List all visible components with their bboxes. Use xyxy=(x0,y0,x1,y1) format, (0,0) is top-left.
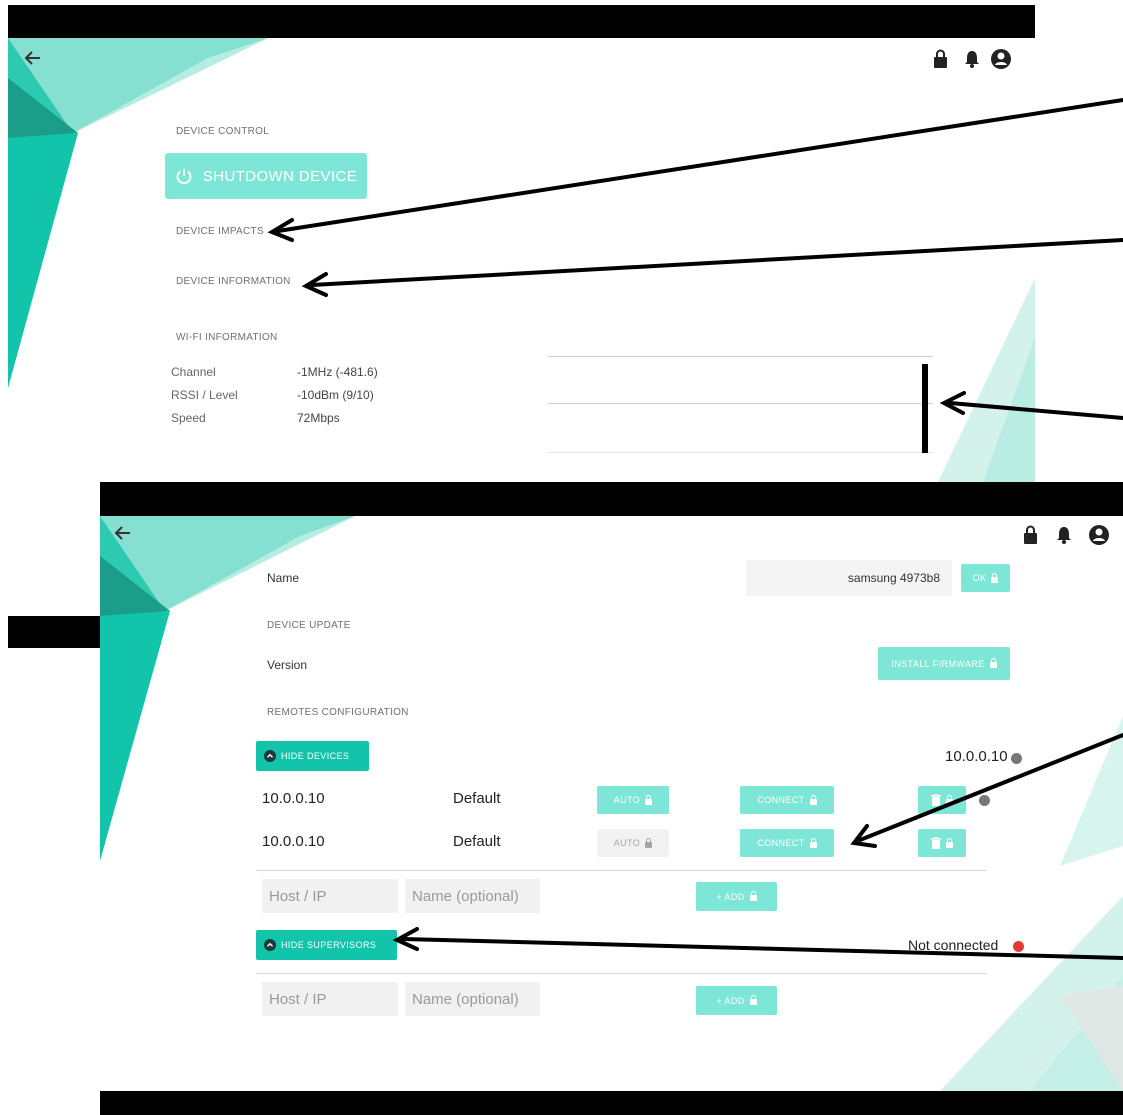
annotation-arrows xyxy=(267,98,1123,960)
